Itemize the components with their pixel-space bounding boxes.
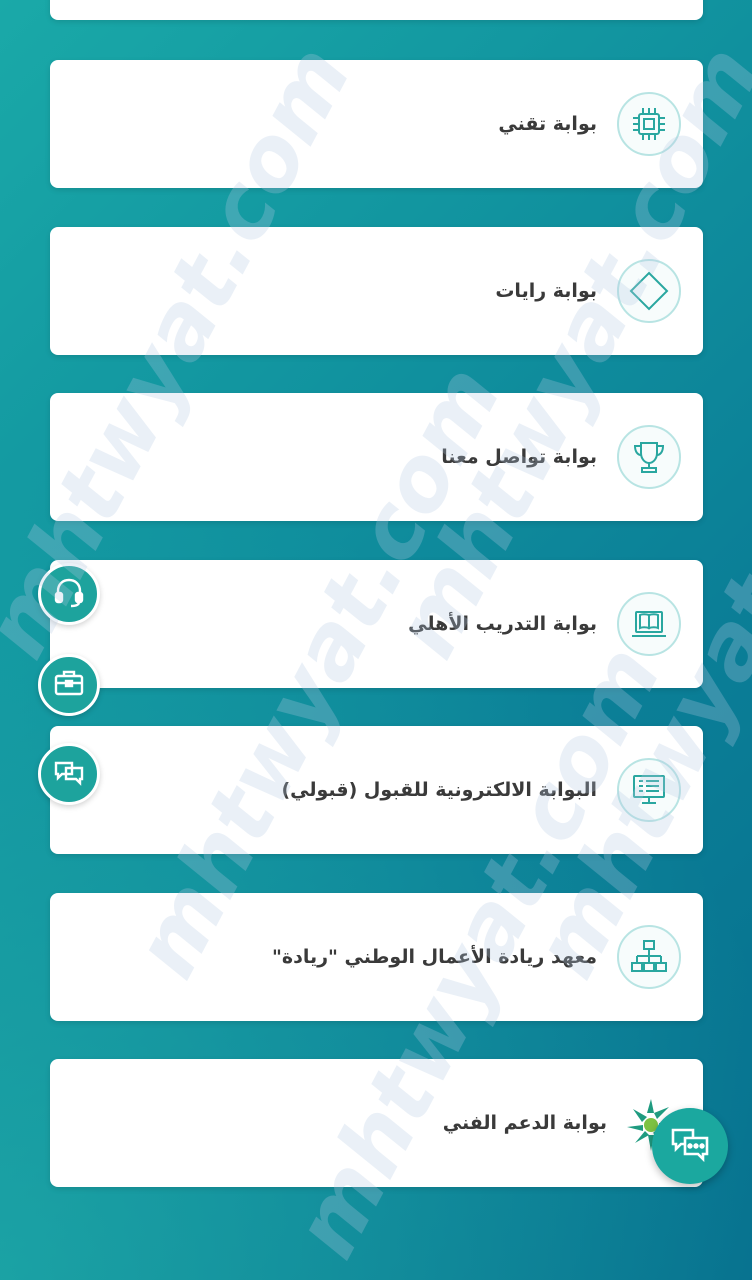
headset-icon	[52, 575, 86, 613]
portal-card-contact[interactable]: بوابة تواصل معنا	[50, 393, 703, 521]
portal-label: البوابة الالكترونية للقبول (قبولي)	[281, 779, 597, 801]
monitor-form-icon	[617, 758, 681, 822]
portal-label: بوابة تقني	[498, 113, 597, 135]
portal-label: بوابة رايات	[495, 280, 597, 302]
briefcase-button[interactable]	[38, 654, 100, 716]
diamond-icon	[617, 259, 681, 323]
chat-icon	[669, 1124, 711, 1168]
book-laptop-icon	[617, 592, 681, 656]
portal-label: بوابة تواصل معنا	[441, 446, 597, 468]
trophy-icon	[617, 425, 681, 489]
chat-fab-button[interactable]	[652, 1108, 728, 1184]
portal-card-rayat[interactable]: بوابة رايات	[50, 227, 703, 355]
portal-card-partial[interactable]	[50, 0, 703, 20]
portal-card-tqni[interactable]: بوابة تقني	[50, 60, 703, 188]
chip-icon	[617, 92, 681, 156]
chat-bubbles-button[interactable]	[38, 743, 100, 805]
portal-card-private-training[interactable]: بوابة التدريب الأهلي	[50, 560, 703, 688]
portal-card-riyada[interactable]: معهد ريادة الأعمال الوطني "ريادة"	[50, 893, 703, 1021]
headset-button[interactable]	[38, 563, 100, 625]
portal-label: معهد ريادة الأعمال الوطني "ريادة"	[271, 946, 597, 968]
portal-card-support[interactable]: بوابة الدعم الفني	[50, 1059, 703, 1187]
org-chart-icon	[617, 925, 681, 989]
chat-bubbles-icon	[52, 755, 86, 793]
portal-label: بوابة الدعم الفني	[442, 1112, 607, 1134]
portal-card-admission[interactable]: البوابة الالكترونية للقبول (قبولي)	[50, 726, 703, 854]
briefcase-icon	[52, 666, 86, 704]
portal-label: بوابة التدريب الأهلي	[408, 613, 597, 635]
